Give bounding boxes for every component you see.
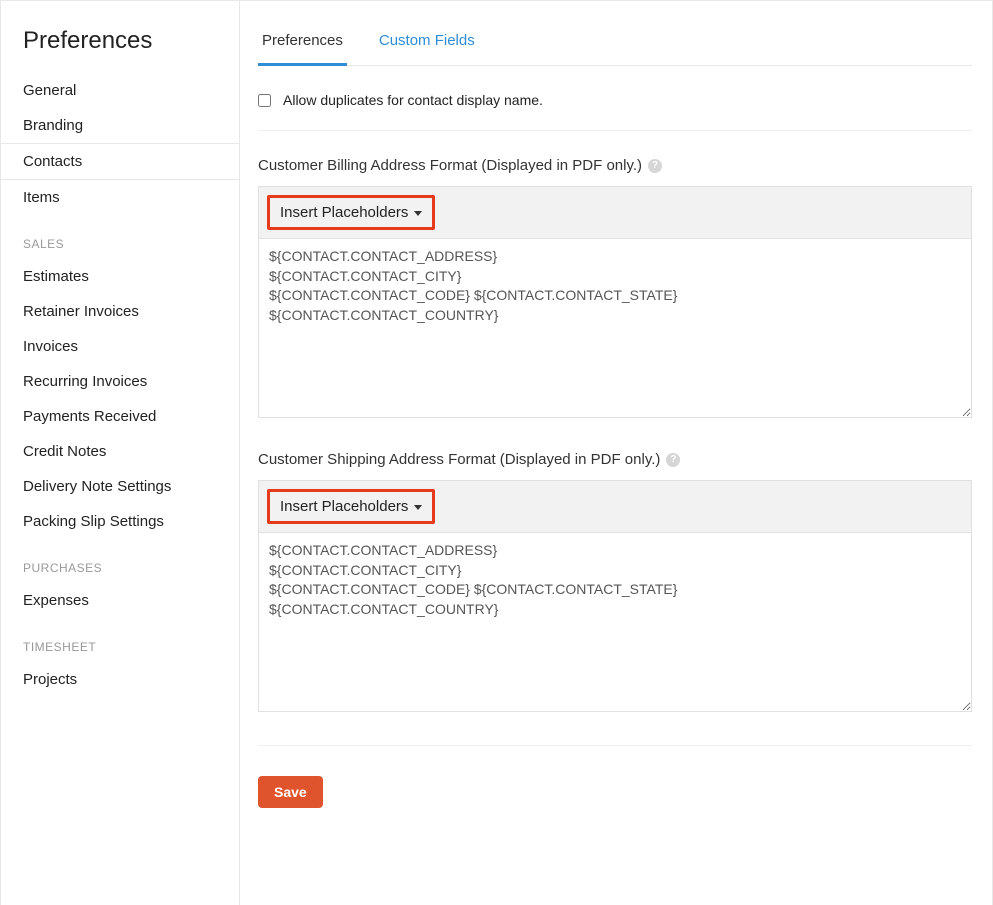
sidebar-item-branding[interactable]: Branding [1, 108, 239, 143]
content: Allow duplicates for contact display nam… [258, 66, 992, 808]
shipping-insert-placeholders-dropdown[interactable]: Insert Placeholders [267, 489, 435, 524]
sidebar-title: Preferences [1, 1, 239, 73]
allow-duplicates-checkbox[interactable] [258, 94, 271, 107]
sidebar-section-timesheet: TIMESHEET [1, 618, 239, 662]
help-icon: ? [666, 453, 680, 467]
sidebar-item-expenses[interactable]: Expenses [1, 583, 239, 618]
sidebar-item-contacts[interactable]: Contacts [1, 143, 239, 180]
billing-dropdown-label: Insert Placeholders [280, 204, 408, 221]
sidebar-item-estimates[interactable]: Estimates [1, 259, 239, 294]
shipping-format-label: Customer Shipping Address Format (Displa… [258, 451, 972, 468]
sidebar-item-credit-notes[interactable]: Credit Notes [1, 434, 239, 469]
allow-duplicates-row: Allow duplicates for contact display nam… [258, 92, 972, 131]
sidebar-item-packing-slip-settings[interactable]: Packing Slip Settings [1, 504, 239, 539]
caret-down-icon [414, 211, 422, 216]
sidebar-section-purchases: PURCHASES [1, 539, 239, 583]
billing-format-block: Customer Billing Address Format (Display… [258, 157, 972, 421]
sidebar-item-delivery-note-settings[interactable]: Delivery Note Settings [1, 469, 239, 504]
billing-insert-placeholders-dropdown[interactable]: Insert Placeholders [267, 195, 435, 230]
allow-duplicates-label: Allow duplicates for contact display nam… [283, 92, 543, 108]
sidebar-item-general[interactable]: General [1, 73, 239, 108]
tab-custom-fields[interactable]: Custom Fields [375, 24, 479, 66]
sidebar-item-projects[interactable]: Projects [1, 662, 239, 697]
sidebar-item-items[interactable]: Items [1, 180, 239, 215]
billing-format-textarea[interactable] [258, 238, 972, 418]
shipping-format-block: Customer Shipping Address Format (Displa… [258, 451, 972, 715]
main-panel: Preferences Custom Fields Allow duplicate… [240, 1, 993, 905]
sidebar-item-recurring-invoices[interactable]: Recurring Invoices [1, 364, 239, 399]
sidebar-section-sales: SALES [1, 215, 239, 259]
sidebar-item-retainer-invoices[interactable]: Retainer Invoices [1, 294, 239, 329]
shipping-format-label-text: Customer Shipping Address Format (Displa… [258, 451, 660, 468]
save-row: Save [258, 745, 972, 808]
save-button[interactable]: Save [258, 776, 323, 808]
sidebar-item-payments-received[interactable]: Payments Received [1, 399, 239, 434]
tab-preferences[interactable]: Preferences [258, 24, 347, 66]
tabs: Preferences Custom Fields [258, 1, 972, 66]
sidebar: Preferences GeneralBrandingContactsItems… [0, 1, 240, 905]
shipping-format-textarea[interactable] [258, 532, 972, 712]
billing-placeholder-bar: Insert Placeholders [258, 186, 972, 238]
shipping-dropdown-label: Insert Placeholders [280, 498, 408, 515]
help-icon: ? [648, 159, 662, 173]
sidebar-item-invoices[interactable]: Invoices [1, 329, 239, 364]
billing-format-label: Customer Billing Address Format (Display… [258, 157, 972, 174]
caret-down-icon [414, 505, 422, 510]
shipping-placeholder-bar: Insert Placeholders [258, 480, 972, 532]
billing-format-label-text: Customer Billing Address Format (Display… [258, 157, 642, 174]
sidebar-top-nav: GeneralBrandingContactsItems [1, 73, 239, 215]
